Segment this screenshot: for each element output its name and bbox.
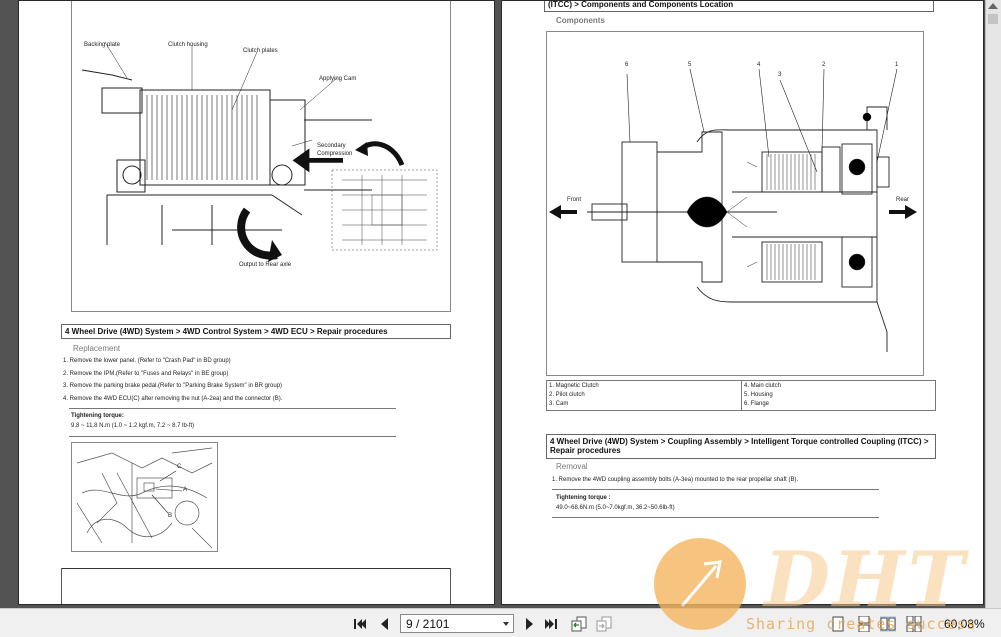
applying-cam-label: Applying Cam xyxy=(319,76,357,82)
continuous-icon[interactable] xyxy=(856,616,872,632)
diagram-number-4: 4 xyxy=(757,62,761,68)
torque-rule-bottom xyxy=(69,436,396,437)
page-indicator-text: 9 / 2101 xyxy=(406,617,450,631)
legend-item: 1. Magnetic Clutch xyxy=(549,383,599,389)
backing-plate-label: Backing plate xyxy=(84,42,121,48)
itcc-torque-rule-bottom xyxy=(552,517,879,518)
next-section-box xyxy=(61,568,451,604)
clutch-diagram-figure: Backing plate Clutch housing Clutch plat… xyxy=(71,1,451,312)
vertical-scrollbar[interactable] xyxy=(985,0,1001,608)
document-viewport[interactable]: Backing plate Clutch housing Clutch plat… xyxy=(0,0,1001,608)
photo-label-c: C xyxy=(177,464,182,470)
ecu-location-photo: C A B xyxy=(71,442,218,552)
components-legend-table: 1. Magnetic Clutch 4. Main clutch 2. Pil… xyxy=(546,380,936,411)
scroll-up-arrow-icon[interactable] xyxy=(988,3,998,9)
last-page-icon[interactable] xyxy=(543,616,559,632)
itcc-torque-value: 49.0~68.6N.m (5.0~7.0kgf.m, 36.2~50.6lb-… xyxy=(556,505,675,511)
torque-value: 9.8 ~ 11.8 N.m (1.0 ~ 1.2 kgf.m, 7.2 ~ 8… xyxy=(71,423,195,429)
section-header-itcc-repair: 4 Wheel Drive (4WD) System > Coupling As… xyxy=(546,434,936,459)
ecu-location-drawing xyxy=(76,447,213,549)
section-header-4wd-ecu: 4 Wheel Drive (4WD) System > 4WD Control… xyxy=(61,324,451,339)
photo-label-a: A xyxy=(183,487,188,493)
single-page-icon[interactable] xyxy=(830,616,846,632)
itcc-components-figure: 6 5 4 3 2 1 Front Rear xyxy=(546,31,924,376)
diagram-number-5: 5 xyxy=(688,62,692,68)
photo-label-b: B xyxy=(168,513,173,519)
step-3: 3. Remove the parking brake pedal.(Refer… xyxy=(63,383,283,389)
components-subtitle: Components xyxy=(556,16,605,25)
step-1: 1. Remove the lower panel. (Refer to "Cr… xyxy=(63,358,231,364)
facing-continuous-icon[interactable] xyxy=(906,616,922,632)
document-page-right: (ITCC) > Components and Components Locat… xyxy=(501,0,984,605)
rear-direction-label: Rear xyxy=(896,197,910,203)
legend-item: 2. Pilot clutch xyxy=(549,392,585,398)
first-page-icon[interactable] xyxy=(352,616,368,632)
legend-item: 3. Cam xyxy=(549,401,569,407)
clutch-plates-label: Clutch plates xyxy=(243,48,278,54)
step-2: 2. Remove the IPM.(Refer to "Fuses and R… xyxy=(63,371,229,377)
components-location-header: (ITCC) > Components and Components Locat… xyxy=(544,1,934,12)
viewer-toolbar: 9 / 2101 60,08% xyxy=(0,608,1001,637)
itcc-step-1: 1. Remove the 4WD coupling assembly bolt… xyxy=(552,477,799,483)
itcc-cross-section-drawing xyxy=(549,68,917,352)
prev-page-icon[interactable] xyxy=(377,616,393,632)
removal-subtitle: Removal xyxy=(556,462,588,471)
page-number-field[interactable]: 9 / 2101 xyxy=(400,614,514,633)
legend-item: 6. Flange xyxy=(744,401,770,407)
diagram-number-1: 1 xyxy=(895,62,899,68)
replacement-subtitle: Replacement xyxy=(73,344,121,353)
diagram-number-2: 2 xyxy=(822,62,826,68)
next-page-icon[interactable] xyxy=(521,616,537,632)
front-direction-label: Front xyxy=(567,197,582,203)
page-dropdown-arrow-icon[interactable] xyxy=(503,622,509,626)
secondary-compression-label: Secondary Compression xyxy=(317,143,353,157)
torque-label: Tightening torque: xyxy=(71,413,124,419)
torque-rule-top xyxy=(69,408,396,409)
diagram-number-3: 3 xyxy=(778,72,782,78)
facing-icon[interactable] xyxy=(880,616,896,632)
itcc-torque-rule-top xyxy=(552,489,879,490)
output-rear-axle-label: Output to Rear axle xyxy=(239,262,292,268)
scrollbar-thumb[interactable] xyxy=(988,14,998,24)
zoom-level[interactable]: 60,08% xyxy=(944,617,985,631)
diagram-number-6: 6 xyxy=(625,62,629,68)
clutch-housing-label: Clutch housing xyxy=(168,42,208,48)
legend-item: 4. Main clutch xyxy=(744,383,782,389)
document-page-left: Backing plate Clutch housing Clutch plat… xyxy=(18,0,495,605)
itcc-torque-label: Tightening torque : xyxy=(556,495,611,501)
step-4: 4. Remove the 4WD ECU(C) after removing … xyxy=(63,396,283,402)
go-forward-icon[interactable] xyxy=(596,616,612,632)
legend-item: 5. Housing xyxy=(744,392,773,398)
go-back-icon[interactable] xyxy=(571,616,587,632)
